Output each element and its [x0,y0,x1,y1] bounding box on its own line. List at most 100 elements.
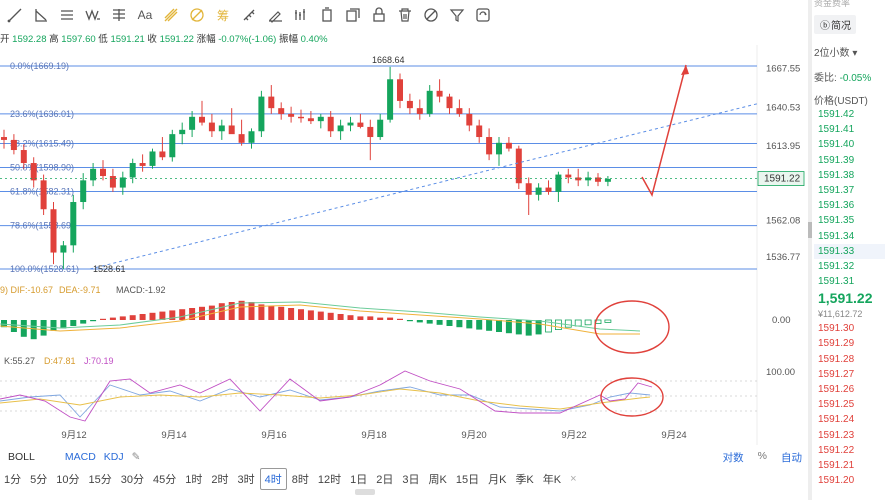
bid-price-row[interactable]: 1591.21 [814,458,885,473]
macd-bar [199,306,205,320]
macd-bar [10,320,17,332]
horizontal-line-tool-icon[interactable] [54,3,80,27]
copy-tool-icon[interactable] [340,3,366,27]
ask-price-row[interactable]: 1591.39 [814,153,885,168]
ask-price-row[interactable]: 1591.36 [814,198,885,213]
timeframe-9[interactable]: 4时 [259,468,287,490]
lock-tool-icon[interactable] [366,3,392,27]
timeframe-14[interactable]: 3日 [398,469,423,489]
percent-scale-toggle[interactable]: % [758,450,767,465]
bid-price-row[interactable]: 1591.20 [814,473,885,488]
ask-price-row[interactable]: 1591.32 [814,259,885,274]
timeframe-4[interactable]: 30分 [117,469,148,489]
candle-body [30,163,37,181]
macd-bar [268,305,275,320]
kdj-button[interactable]: KDJ [104,451,124,463]
candle-body [476,125,483,138]
bid-price-row[interactable]: 1591.22 [814,443,885,458]
bar-pattern-tool-icon[interactable] [288,3,314,27]
long-position-tool-icon[interactable] [314,3,340,27]
timeframe-0[interactable]: 1分 [0,469,25,489]
close-timeframes-icon[interactable]: × [566,471,580,487]
settings-tool-icon[interactable] [470,3,496,27]
kdj-d-line [0,388,651,410]
timeframe-15[interactable]: 周K [425,469,451,489]
ask-price-row[interactable]: 1591.41 [814,122,885,137]
precision-select[interactable]: 2位小数 ▾ [814,44,885,59]
text-tool[interactable]: Aa [132,3,158,27]
price-axis-label: 1536.77 [766,252,800,263]
timeframe-7[interactable]: 2时 [207,469,232,489]
gann-tool-icon[interactable] [184,3,210,27]
macd-bar [446,320,453,326]
timeframe-10[interactable]: 8时 [288,469,313,489]
bid-price-row[interactable]: 1591.27 [814,367,885,382]
bid-price-row[interactable]: 1591.29 [814,336,885,351]
overview-chip[interactable]: ⓑ简况 [814,15,856,34]
divider-handle[interactable] [808,222,812,238]
price-chart[interactable]: 0.0%(1669.19) 23.6%(1636.01) 38.2%(1615.49… [0,45,808,445]
ray-tool-icon[interactable] [28,3,54,27]
candle-body [486,137,493,155]
candle-body [545,187,552,192]
ask-price-row[interactable]: 1591.42 [814,107,885,122]
wave-tool-icon[interactable] [80,3,106,27]
bid-price-row[interactable]: 1591.30 [814,321,885,336]
ruler-tool-icon[interactable] [236,3,262,27]
timeframe-6[interactable]: 1时 [181,469,206,489]
timeframe-13[interactable]: 2日 [372,469,397,489]
line-tool-icon[interactable] [2,3,28,27]
macd-bar [129,315,136,320]
candle-body [129,163,136,178]
bid-price-row[interactable]: 1591.26 [814,382,885,397]
candle-body [149,151,156,166]
candle-body [298,116,304,119]
ask-price-row[interactable]: 1591.31 [814,274,885,289]
boll-button[interactable]: BOLL [8,451,35,463]
fib-label: 0.0%(1669.19) [10,61,69,71]
ask-price-row[interactable]: 1591.38 [814,168,885,183]
timeframe-17[interactable]: 月K [484,469,510,489]
trash-tool-icon[interactable] [392,3,418,27]
timeframe-11[interactable]: 12时 [314,469,345,489]
ask-price-row[interactable]: 1591.40 [814,137,885,152]
macd-bar [486,320,493,331]
macd-bar [584,319,592,326]
timeframe-3[interactable]: 15分 [85,469,116,489]
timeframe-19[interactable]: 年K [539,469,565,489]
timeframe-1[interactable]: 5分 [26,469,51,489]
timeframe-12[interactable]: 1日 [346,469,371,489]
macd-bar [307,310,314,320]
timeframe-16[interactable]: 15日 [452,469,483,489]
brush-tool-icon[interactable] [262,3,288,27]
bid-price-row[interactable]: 1591.25 [814,397,885,412]
resize-grip[interactable] [355,489,375,495]
log-scale-toggle[interactable]: 对数 [723,450,744,465]
macd-bar [535,320,542,335]
timeframe-2[interactable]: 10分 [52,469,83,489]
bid-price-row[interactable]: 1591.28 [814,352,885,367]
candle-body [347,122,354,126]
pattern-tool-icon[interactable]: 筹 [210,3,236,27]
ask-price-row[interactable]: 1591.37 [814,183,885,198]
timeframe-8[interactable]: 3时 [234,469,259,489]
ask-price-row[interactable]: 1591.34 [814,229,885,244]
drawing-toolbar: Aa 筹 [0,0,808,30]
candle-body [317,116,324,122]
x-axis-label: 9月16 [261,430,286,441]
edit-indicator-icon[interactable]: ✎ [132,451,141,463]
macd-button[interactable]: MACD [65,451,96,463]
bid-price-row[interactable]: 1591.23 [814,428,885,443]
bid-price-row[interactable]: 1591.24 [814,412,885,427]
eye-tool-icon[interactable] [418,3,444,27]
timeframe-18[interactable]: 季K [511,469,537,489]
panel-divider[interactable] [808,0,812,500]
timeframe-5[interactable]: 45分 [149,469,180,489]
filter-tool-icon[interactable] [444,3,470,27]
auto-scale-toggle[interactable]: 自动 [781,450,802,465]
ask-price-row[interactable]: 1591.35 [814,213,885,228]
ask-price-row[interactable]: 1591.33 [814,243,885,259]
fibonacci-tool-icon[interactable] [158,3,184,27]
parallel-channel-tool-icon[interactable] [106,3,132,27]
candle-body [268,96,275,109]
